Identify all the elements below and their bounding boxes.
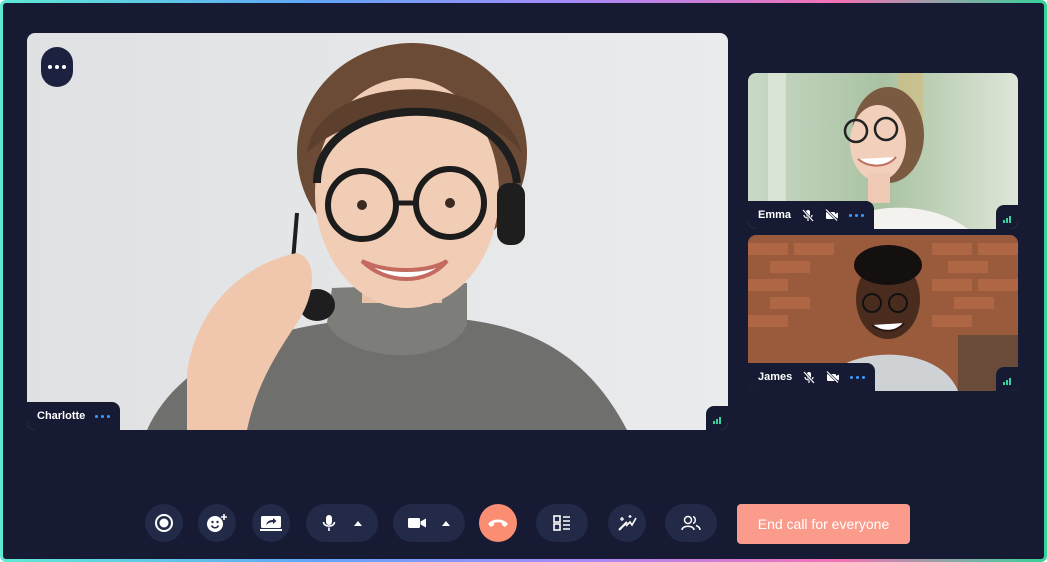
- participant-name-tag: Charlotte: [27, 402, 121, 430]
- microphone-icon: [322, 515, 336, 531]
- emoji-add-icon: [207, 514, 227, 532]
- layout-icon: [553, 515, 570, 531]
- screen-share-icon: [260, 516, 282, 531]
- more-dots-icon[interactable]: [850, 375, 866, 379]
- camera-control[interactable]: [393, 504, 465, 542]
- share-screen-button[interactable]: [252, 504, 290, 542]
- participant-name: Emma: [758, 209, 792, 221]
- reactions-button[interactable]: [198, 504, 236, 542]
- video-off-icon: [825, 208, 839, 222]
- call-toolbar: End call for everyone: [0, 504, 1047, 544]
- participant-video-tile-james[interactable]: James: [748, 235, 1018, 391]
- participant-name: Charlotte: [37, 410, 86, 422]
- chevron-up-icon[interactable]: [442, 520, 450, 526]
- phone-hangup-icon: [488, 519, 508, 527]
- main-video-tile[interactable]: Charlotte: [27, 33, 728, 430]
- record-button[interactable]: [145, 504, 183, 542]
- participant-name: James: [758, 371, 793, 383]
- participants-button[interactable]: [665, 504, 717, 542]
- participant-name-tag: Emma: [748, 201, 875, 229]
- participant-name-tag: James: [748, 363, 876, 391]
- more-dots-icon: [48, 65, 66, 69]
- more-dots-icon[interactable]: [849, 213, 865, 217]
- magic-wand-icon: [618, 515, 637, 531]
- effects-button[interactable]: [608, 504, 646, 542]
- layout-button[interactable]: [536, 504, 588, 542]
- participants-icon: [681, 515, 701, 531]
- signal-icon: [706, 406, 728, 430]
- chevron-up-icon[interactable]: [354, 520, 362, 526]
- more-dots-icon[interactable]: [95, 414, 111, 418]
- record-icon: [155, 514, 173, 532]
- mic-off-icon: [801, 208, 815, 222]
- signal-icon: [996, 367, 1018, 391]
- signal-icon: [996, 205, 1018, 229]
- more-options-button[interactable]: [41, 47, 73, 87]
- end-call-button[interactable]: [479, 504, 517, 542]
- speaker-video-frame: [27, 33, 728, 430]
- microphone-control[interactable]: [306, 504, 378, 542]
- video-off-icon: [826, 370, 840, 384]
- video-camera-icon: [408, 518, 426, 528]
- mic-off-icon: [802, 370, 816, 384]
- end-call-for-everyone-button[interactable]: End call for everyone: [737, 504, 910, 544]
- participant-video-tile-emma[interactable]: Emma: [748, 73, 1018, 229]
